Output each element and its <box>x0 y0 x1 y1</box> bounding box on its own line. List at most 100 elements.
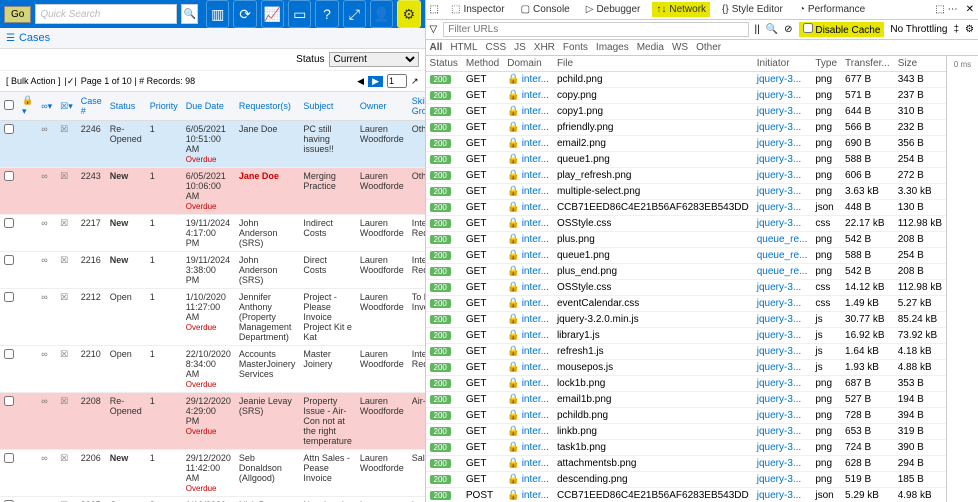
col-attach[interactable]: ☒▾ <box>56 92 77 121</box>
row-checkbox[interactable] <box>4 292 14 302</box>
filter-js[interactable]: JS <box>514 42 526 53</box>
table-row[interactable]: ∞☒2217New119/11/20244:17:00 PMJohn Ander… <box>0 215 426 252</box>
network-row[interactable]: 200GET🔒inter...pchildb.pngjquery-3...png… <box>426 408 946 424</box>
network-row[interactable]: 200GET🔒inter...OSStyle.cssjquery-3...css… <box>426 280 946 296</box>
filter-all[interactable]: All <box>430 42 443 53</box>
filter-fonts[interactable]: Fonts <box>563 42 588 53</box>
net-col-status[interactable]: Status <box>426 56 462 72</box>
col-requestor[interactable]: Requestor(s) <box>235 92 300 121</box>
row-checkbox[interactable] <box>4 171 14 181</box>
nav-go[interactable]: ↗ <box>411 76 419 87</box>
network-row[interactable]: 200GET🔒inter...jquery-3.2.0.min.jsjquery… <box>426 312 946 328</box>
network-row[interactable]: 200GET🔒inter...refresh1.jsjquery-3...js1… <box>426 344 946 360</box>
row-checkbox[interactable] <box>4 218 14 228</box>
filter-input[interactable] <box>443 22 748 37</box>
row-checkbox[interactable] <box>4 349 14 359</box>
help-icon[interactable]: ? <box>315 0 338 28</box>
table-row[interactable]: ∞☒2208Re-Opened129/12/20204:29:00 PMOver… <box>0 393 426 450</box>
tab-console[interactable]: ▢ Console <box>517 2 574 17</box>
tab-network[interactable]: ↑↓ Network <box>652 2 710 17</box>
col-skill[interactable]: Skill Group <box>408 92 426 121</box>
table-row[interactable]: ∞☒2216New119/11/20243:38:00 PMJohn Ander… <box>0 252 426 289</box>
gear-icon[interactable]: ⚙ <box>397 0 420 28</box>
table-row[interactable]: ∞☒2206New129/12/202011:42:00 AMOverdueSe… <box>0 450 426 497</box>
col-status[interactable]: Status <box>106 92 146 121</box>
nav-prev[interactable]: ◀ <box>357 76 364 87</box>
book-icon[interactable]: ▭ <box>288 0 311 28</box>
filter-html[interactable]: HTML <box>450 42 477 53</box>
row-checkbox[interactable] <box>4 453 14 463</box>
user-icon[interactable]: 👤 <box>370 0 393 28</box>
filter-css[interactable]: CSS <box>486 42 507 53</box>
network-row[interactable]: 200GET🔒inter...queue1.pngjquery-3...png5… <box>426 152 946 168</box>
tab-inspector[interactable]: ⬚ Inspector <box>447 2 509 17</box>
col-link[interactable]: ∞▾ <box>37 92 56 121</box>
network-row[interactable]: 200GET🔒inter...CCB71EED86C4E21B56AF6283E… <box>426 200 946 216</box>
table-row[interactable]: ∞☒2205Open31/10/20204:51:00 PMOverdueNic… <box>0 497 426 502</box>
col-due[interactable]: Due Date <box>182 92 235 121</box>
network-row[interactable]: 200GET🔒inter...descending.pngjquery-3...… <box>426 472 946 488</box>
col-priority[interactable]: Priority <box>146 92 182 121</box>
network-row[interactable]: 200GET🔒inter...library1.jsjquery-3...js1… <box>426 328 946 344</box>
net-col-transfer[interactable]: Transfer... <box>841 56 894 72</box>
row-checkbox[interactable] <box>4 255 14 265</box>
row-checkbox[interactable] <box>4 396 14 406</box>
nav-next[interactable]: ▶ <box>368 76 383 87</box>
network-row[interactable]: 200GET🔒inter...eventCalendar.cssjquery-3… <box>426 296 946 312</box>
net-col-size[interactable]: Size <box>894 56 946 72</box>
col-lock[interactable]: 🔒▾ <box>18 92 37 121</box>
tool-icon-1[interactable]: ▥ <box>206 0 229 28</box>
network-row[interactable]: 200GET🔒inter...copy1.pngjquery-3...png64… <box>426 104 946 120</box>
filter-other[interactable]: Other <box>696 42 721 53</box>
table-row[interactable]: ∞☒2210Open122/10/20208:34:00 AMOverdueAc… <box>0 346 426 393</box>
status-select[interactable]: Current <box>329 52 419 67</box>
row-checkbox[interactable] <box>4 124 14 134</box>
tab-style[interactable]: {} Style Editor <box>718 2 787 17</box>
devtools-more[interactable]: ⬚ ⋯ <box>935 4 957 15</box>
bulk-action[interactable]: [ Bulk Action ] <box>6 76 61 86</box>
network-row[interactable]: 200GET🔒inter...attachmentsb.pngjquery-3.… <box>426 456 946 472</box>
network-row[interactable]: 200GET🔒inter...plus_end.pngqueue_re...pn… <box>426 264 946 280</box>
inspect-icon[interactable]: ⬚ <box>430 4 439 15</box>
network-row[interactable]: 200GET🔒inter...linkb.pngjquery-3...png65… <box>426 424 946 440</box>
filter-images[interactable]: Images <box>596 42 629 53</box>
disable-cache[interactable]: Disable Cache <box>799 22 885 37</box>
network-row[interactable]: 200GET🔒inter...queue1.pngqueue_re...png5… <box>426 248 946 264</box>
network-row[interactable]: 200GET🔒inter...pchild.pngjquery-3...png6… <box>426 72 946 88</box>
network-row[interactable]: 200GET🔒inter...copy.pngjquery-3...png571… <box>426 88 946 104</box>
chart-icon[interactable]: 📈 <box>261 0 284 28</box>
search-icon[interactable]: 🔍 <box>181 4 198 24</box>
refresh-icon[interactable]: ⟳ <box>233 0 256 28</box>
filter-ws[interactable]: WS <box>672 42 688 53</box>
network-row[interactable]: 200GET🔒inter...play_refresh.pngjquery-3.… <box>426 168 946 184</box>
go-button[interactable]: Go <box>4 6 31 23</box>
net-col-file[interactable]: File <box>553 56 753 72</box>
filter-media[interactable]: Media <box>637 42 664 53</box>
expand-icon[interactable]: ⤢ <box>343 0 366 28</box>
network-row[interactable]: 200GET🔒inter...pfriendly.pngjquery-3...p… <box>426 120 946 136</box>
network-row[interactable]: 200GET🔒inter...task1b.pngjquery-3...png7… <box>426 440 946 456</box>
page-input[interactable] <box>387 74 407 88</box>
col-casenum[interactable]: Case # <box>77 92 106 121</box>
net-col-domain[interactable]: Domain <box>503 56 553 72</box>
network-row[interactable]: 200GET🔒inter...lock1b.pngjquery-3...png6… <box>426 376 946 392</box>
col-owner[interactable]: Owner <box>356 92 408 121</box>
quick-search-input[interactable] <box>35 4 177 24</box>
tab-debugger[interactable]: ▷ Debugger <box>582 2 645 17</box>
net-col-type[interactable]: Type <box>811 56 841 72</box>
network-row[interactable]: 200POST🔒inter...CCB71EED86C4E21B56AF6283… <box>426 488 946 502</box>
col-subject[interactable]: Subject <box>299 92 356 121</box>
tab-perf[interactable]: ◔ Performance <box>795 2 869 17</box>
filter-xhr[interactable]: XHR <box>534 42 555 53</box>
table-row[interactable]: ∞☒2246Re-Opened16/05/202110:51:00 AMOver… <box>0 121 426 168</box>
network-row[interactable]: 200GET🔒inter...multiple-select.pngjquery… <box>426 184 946 200</box>
select-all[interactable] <box>4 100 14 110</box>
network-row[interactable]: 200GET🔒inter...mousepos.jsjquery-3...js1… <box>426 360 946 376</box>
net-col-initiator[interactable]: Initiator <box>753 56 812 72</box>
network-row[interactable]: 200GET🔒inter...plus.pngqueue_re...png542… <box>426 232 946 248</box>
filter-icon[interactable]: ▽ <box>430 24 438 35</box>
throttle-select[interactable]: No Throttling <box>890 24 947 35</box>
table-row[interactable]: ∞☒2243New16/05/202110:06:00 AMOverdueJan… <box>0 168 426 215</box>
devtools-close[interactable]: ✕ <box>966 4 974 15</box>
net-col-method[interactable]: Method <box>462 56 503 72</box>
